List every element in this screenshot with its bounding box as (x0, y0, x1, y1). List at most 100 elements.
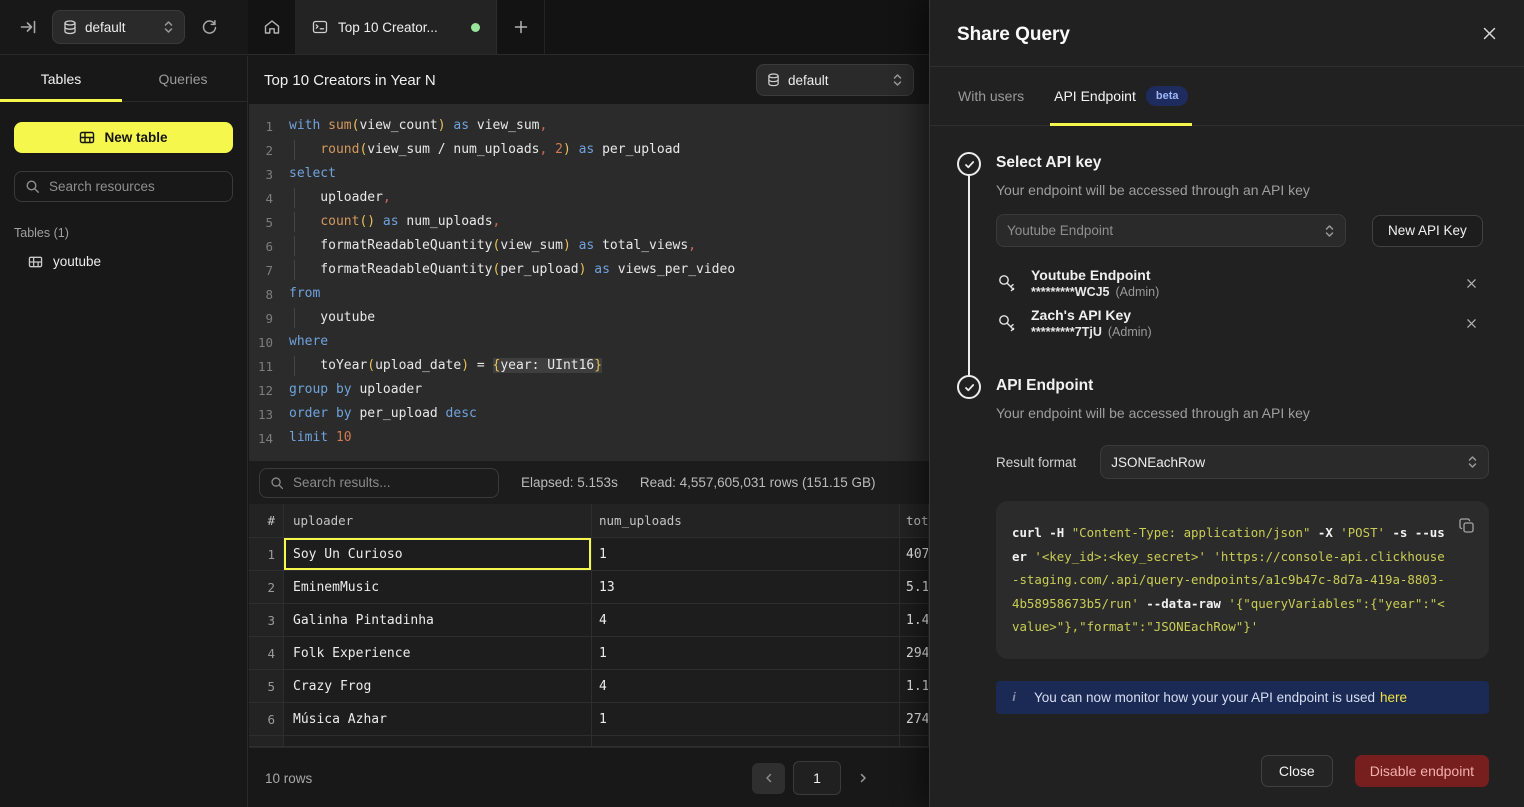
num-uploads-cell[interactable]: 1 (592, 538, 900, 571)
uploader-cell[interactable]: Soy Un Curioso (284, 538, 592, 571)
code-line: 12group by uploader (249, 378, 929, 402)
code-line: 1with sum(view_count) as view_sum, (249, 114, 929, 138)
code-line: 9 youtube (249, 306, 929, 330)
code-line: 11 toYear(upload_date) = {year: UInt16} (249, 354, 929, 378)
tab-api-endpoint-label: API Endpoint (1054, 88, 1136, 104)
search-resources-input[interactable]: Search resources (14, 171, 233, 202)
share-query-panel: Share Query With users API Endpoint beta (929, 0, 1524, 807)
results-toolbar: Search results... Elapsed: 5.153s Read: … (249, 461, 929, 504)
refresh-button[interactable] (195, 13, 223, 41)
new-api-key-button[interactable]: New API Key (1372, 215, 1483, 247)
query-database-selector[interactable]: default (756, 64, 914, 96)
column-header[interactable]: num_uploads (592, 504, 900, 538)
total-views-cell[interactable]: 5.1 (900, 571, 929, 604)
tab-queries[interactable]: Queries (122, 56, 244, 101)
copy-icon (1458, 517, 1475, 534)
new-table-label: New table (104, 130, 167, 145)
key-icon (996, 312, 1018, 334)
line-number: 2 (249, 143, 273, 158)
query-database-value: default (788, 73, 884, 88)
key-icon (996, 272, 1018, 294)
code-text: round(view_sum / num_uploads, 2) as per_… (289, 138, 680, 162)
result-format-selector[interactable]: JSONEachRow (1100, 445, 1489, 479)
uploader-cell[interactable]: Galinha Pintadinha (284, 604, 592, 637)
close-button[interactable]: Close (1261, 755, 1333, 787)
search-results-input[interactable]: Search results... (259, 468, 499, 498)
total-views-cell[interactable]: 407 (900, 538, 929, 571)
collapse-sidebar-button[interactable] (14, 13, 42, 41)
search-icon (270, 476, 284, 490)
tab-with-users[interactable]: With users (958, 67, 1024, 125)
code-line: 10where (249, 330, 929, 354)
tab-api-endpoint[interactable]: API Endpoint beta (1054, 67, 1188, 125)
uploader-cell[interactable]: Folk Experience (284, 637, 592, 670)
clickhouse-console-app: default Top 10 Creator.. (0, 0, 1524, 807)
code-text: youtube (289, 306, 375, 330)
total-views-cell[interactable]: 274 (900, 703, 929, 736)
sql-editor[interactable]: 1with sum(view_count) as view_sum,2 roun… (249, 104, 929, 461)
home-button[interactable] (248, 0, 296, 54)
table-row[interactable]: 2EminemMusic135.1 (249, 571, 929, 604)
next-page-button[interactable] (849, 763, 877, 794)
table-row[interactable]: 5Crazy Frog41.1 (249, 670, 929, 703)
uploader-cell[interactable]: Crazy Frog (284, 670, 592, 703)
line-number: 14 (249, 431, 273, 446)
table-row-partial (249, 736, 929, 747)
refresh-icon (201, 19, 218, 36)
total-views-cell[interactable]: 1.4 (900, 604, 929, 637)
column-header[interactable]: # (249, 504, 284, 538)
table-grid-icon (79, 130, 95, 145)
key-name: Zach's API Key (1031, 307, 1152, 323)
table-row[interactable]: 4Folk Experience1294 (249, 637, 929, 670)
api-key-selector[interactable]: Youtube Endpoint (996, 214, 1346, 247)
num-uploads-cell[interactable]: 13 (592, 571, 900, 604)
remove-key-button[interactable] (1466, 318, 1477, 329)
total-views-cell[interactable]: 1.1 (900, 670, 929, 703)
query-title: Top 10 Creators in Year N (264, 72, 436, 89)
line-number: 12 (249, 383, 273, 398)
remove-key-button[interactable] (1466, 278, 1477, 289)
code-line: 3select (249, 162, 929, 186)
plus-icon (513, 19, 529, 35)
num-uploads-cell[interactable]: 4 (592, 670, 900, 703)
database-selector[interactable]: default (52, 10, 185, 44)
code-line: 7 formatReadableQuantity(per_upload) as … (249, 258, 929, 282)
cell (592, 736, 900, 747)
column-header[interactable]: uploader (284, 504, 592, 538)
total-views-cell[interactable]: 294 (900, 637, 929, 670)
disable-endpoint-button[interactable]: Disable endpoint (1355, 755, 1489, 787)
copy-button[interactable] (1458, 517, 1475, 534)
api-key-item: Youtube Endpoint*********WCJ5(Admin) (996, 263, 1489, 303)
close-panel-button[interactable] (1482, 26, 1497, 41)
table-row[interactable]: 3Galinha Pintadinha41.4 (249, 604, 929, 637)
code-line: 2 round(view_sum / num_uploads, 2) as pe… (249, 138, 929, 162)
sidebar-item-youtube[interactable]: youtube (14, 254, 233, 269)
num-uploads-cell[interactable]: 1 (592, 637, 900, 670)
num-uploads-cell[interactable]: 1 (592, 703, 900, 736)
prev-page-button[interactable] (752, 763, 785, 794)
info-icon: i (1010, 690, 1018, 704)
main-area: Top 10 Creators in Year N default 1with … (249, 56, 929, 807)
tab-tables[interactable]: Tables (0, 56, 122, 101)
new-tab-button[interactable] (497, 0, 545, 54)
sidebar: Tables Queries New table Search resource… (0, 56, 248, 807)
current-page-button[interactable]: 1 (793, 761, 841, 795)
api-key-selector-value: Youtube Endpoint (1007, 223, 1316, 238)
query-tab[interactable]: Top 10 Creator... (296, 0, 497, 54)
line-number: 6 (249, 239, 273, 254)
chevron-left-icon (763, 772, 775, 784)
code-line: 5 count() as num_uploads, (249, 210, 929, 234)
uploader-cell[interactable]: EminemMusic (284, 571, 592, 604)
banner-here-link[interactable]: here (1380, 690, 1407, 705)
step-description: Your endpoint will be accessed through a… (996, 182, 1489, 198)
table-row[interactable]: 1Soy Un Curioso1407 (249, 538, 929, 571)
api-key-list: Youtube Endpoint*********WCJ5(Admin) Zach… (996, 263, 1489, 343)
code-line: 4 uploader, (249, 186, 929, 210)
num-uploads-cell[interactable]: 4 (592, 604, 900, 637)
step-description: Your endpoint will be accessed through a… (996, 405, 1489, 421)
table-row[interactable]: 6Música Azhar1274 (249, 703, 929, 736)
column-header[interactable]: total_views (900, 504, 929, 538)
new-table-button[interactable]: New table (14, 122, 233, 153)
search-resources-placeholder: Search resources (49, 179, 155, 194)
uploader-cell[interactable]: Música Azhar (284, 703, 592, 736)
